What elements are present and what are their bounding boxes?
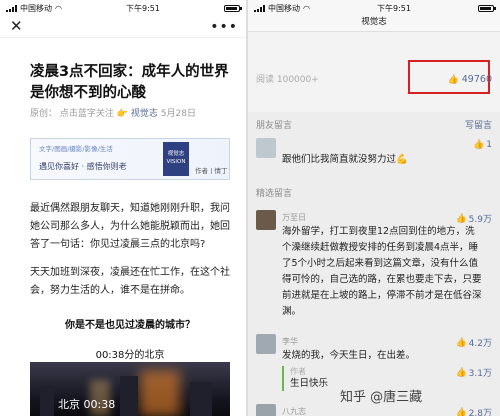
avatar[interactable] (256, 404, 276, 416)
article-subheading: 你是不是也见过凌晨的城市？ (65, 320, 195, 331)
article-paragraph: 天天加班到深夜，凌晨还在忙工作，在这个社会，努力生活的人，谁不是在拼命。 (30, 267, 230, 296)
publish-date: 5月28日 (160, 109, 196, 119)
comment-text: 发烧的我，今天生日，在出差。 (282, 350, 416, 361)
signal-icon (254, 4, 265, 12)
comments-screen: 中国移动 ◠ 下午9:51 视觉志 阅读 100000+ 👍 49760 朋友留… (248, 0, 500, 416)
comment-like-count: 5.9万 (468, 215, 492, 225)
thumbs-up-icon: 👍 (455, 367, 467, 378)
comment-author: 李华 (282, 337, 298, 346)
signal-icon (6, 4, 17, 12)
video-caption: 北京 00:38 (58, 398, 116, 411)
comment-like-button[interactable]: 👍 5.9万 (455, 212, 492, 226)
avatar[interactable] (256, 210, 276, 230)
article-nav-bar: ✕ ••• (0, 16, 246, 38)
battery-icon (477, 4, 496, 12)
comment-like-count: 4.2万 (468, 339, 492, 349)
embedded-video[interactable]: 北京 00:38 (30, 362, 230, 416)
comment-like-count: 2.8万 (468, 409, 492, 416)
page-title: 视觉志 (248, 16, 500, 32)
section-label: 朋友留言 (256, 121, 293, 131)
more-icon[interactable]: ••• (210, 20, 238, 34)
read-count: 阅读 100000+ (256, 75, 319, 85)
thumbs-up-icon: 👍 (447, 74, 459, 85)
video-title: 00:38分的北京 (95, 350, 165, 361)
comment-text: 海外留学，打工到夜里12点回到住的地方，洗个澡继续赶做教授安排的任务到凌晨4点半… (282, 226, 482, 317)
status-time: 下午9:51 (377, 3, 411, 13)
article-meta: 原创： 点击蓝字关注 👉 视觉志 5月28日 (30, 106, 196, 119)
close-icon[interactable]: ✕ (10, 19, 23, 34)
comment-like-button[interactable]: 👍 4.2万 (455, 336, 492, 350)
thumbs-up-icon: 👍 (455, 407, 467, 416)
comment-author: 八九志 (282, 407, 306, 416)
friend-comments-header: 朋友留言 写留言 (248, 118, 500, 131)
brand-logo: 视觉志 VISION (163, 142, 189, 176)
battery-icon (223, 4, 242, 12)
avatar[interactable] (256, 334, 276, 354)
pointing-icon: 👉 (116, 109, 128, 119)
follow-prompt[interactable]: 点击蓝字关注 (60, 109, 114, 119)
comment-like-count: 1 (486, 140, 492, 150)
banner-tags: 文字/图画/摄影/影像/生活 (39, 145, 113, 153)
account-link[interactable]: 视觉志 (131, 109, 158, 119)
comment-text: 跟他们比我简直就没努力过💪 (282, 154, 408, 165)
status-bar: 中国移动 ◠ 下午9:51 (0, 0, 246, 16)
avatar[interactable] (256, 138, 276, 158)
wifi-icon: ◠ (55, 3, 62, 13)
reply-like-button[interactable]: 👍 3.1万 (455, 366, 492, 380)
article-screen: 中国移动 ◠ 下午9:51 ✕ ••• 凌晨3点不回家：成年人的世界是你想不到的… (0, 0, 246, 416)
thumbs-up-icon: 👍 (455, 337, 467, 348)
comment-author: 万至日 (282, 213, 306, 222)
article-stats: 阅读 100000+ 👍 49760 (248, 60, 500, 94)
carrier-name: 中国移动 (268, 3, 300, 13)
comment-like-button[interactable]: 👍 2.8万 (455, 406, 492, 416)
banner-author: 作者丨情丁 (195, 167, 228, 175)
status-bar: 中国移动 ◠ 下午9:51 (248, 0, 500, 16)
wifi-icon: ◠ (303, 3, 310, 13)
reply-author: 作者 (290, 367, 306, 376)
banner-slogan: 遇见你喜好 · 感悟你则老 (39, 162, 127, 171)
watermark: 知乎 @唐三藏 (340, 390, 423, 405)
status-time: 下午9:51 (126, 3, 160, 13)
meta-original: 原创： (30, 109, 58, 119)
like-button[interactable]: 👍 49760 (448, 74, 492, 85)
write-comment-button[interactable]: 写留言 (465, 118, 492, 131)
carrier-name: 中国移动 (20, 3, 52, 13)
reply-like-count: 3.1万 (468, 369, 492, 379)
article-paragraph: 最近偶然跟朋友聊天，知道她刚刚升职，我问她公司那么多人，为什么她能脱颖而出，她回… (30, 203, 230, 250)
comment-like-button[interactable]: 👍 1 (473, 140, 492, 150)
thumbs-up-icon: 👍 (455, 213, 467, 224)
featured-comments-header: 精选留言 (256, 189, 293, 199)
thumbs-up-icon: 👍 (473, 140, 485, 150)
article-title: 凌晨3点不回家：成年人的世界是你想不到的心酸 (30, 64, 229, 101)
like-count: 49760 (461, 74, 492, 85)
article-banner: 文字/图画/摄影/影像/生活 遇见你喜好 · 感悟你则老 视觉志 VISION … (30, 138, 230, 180)
